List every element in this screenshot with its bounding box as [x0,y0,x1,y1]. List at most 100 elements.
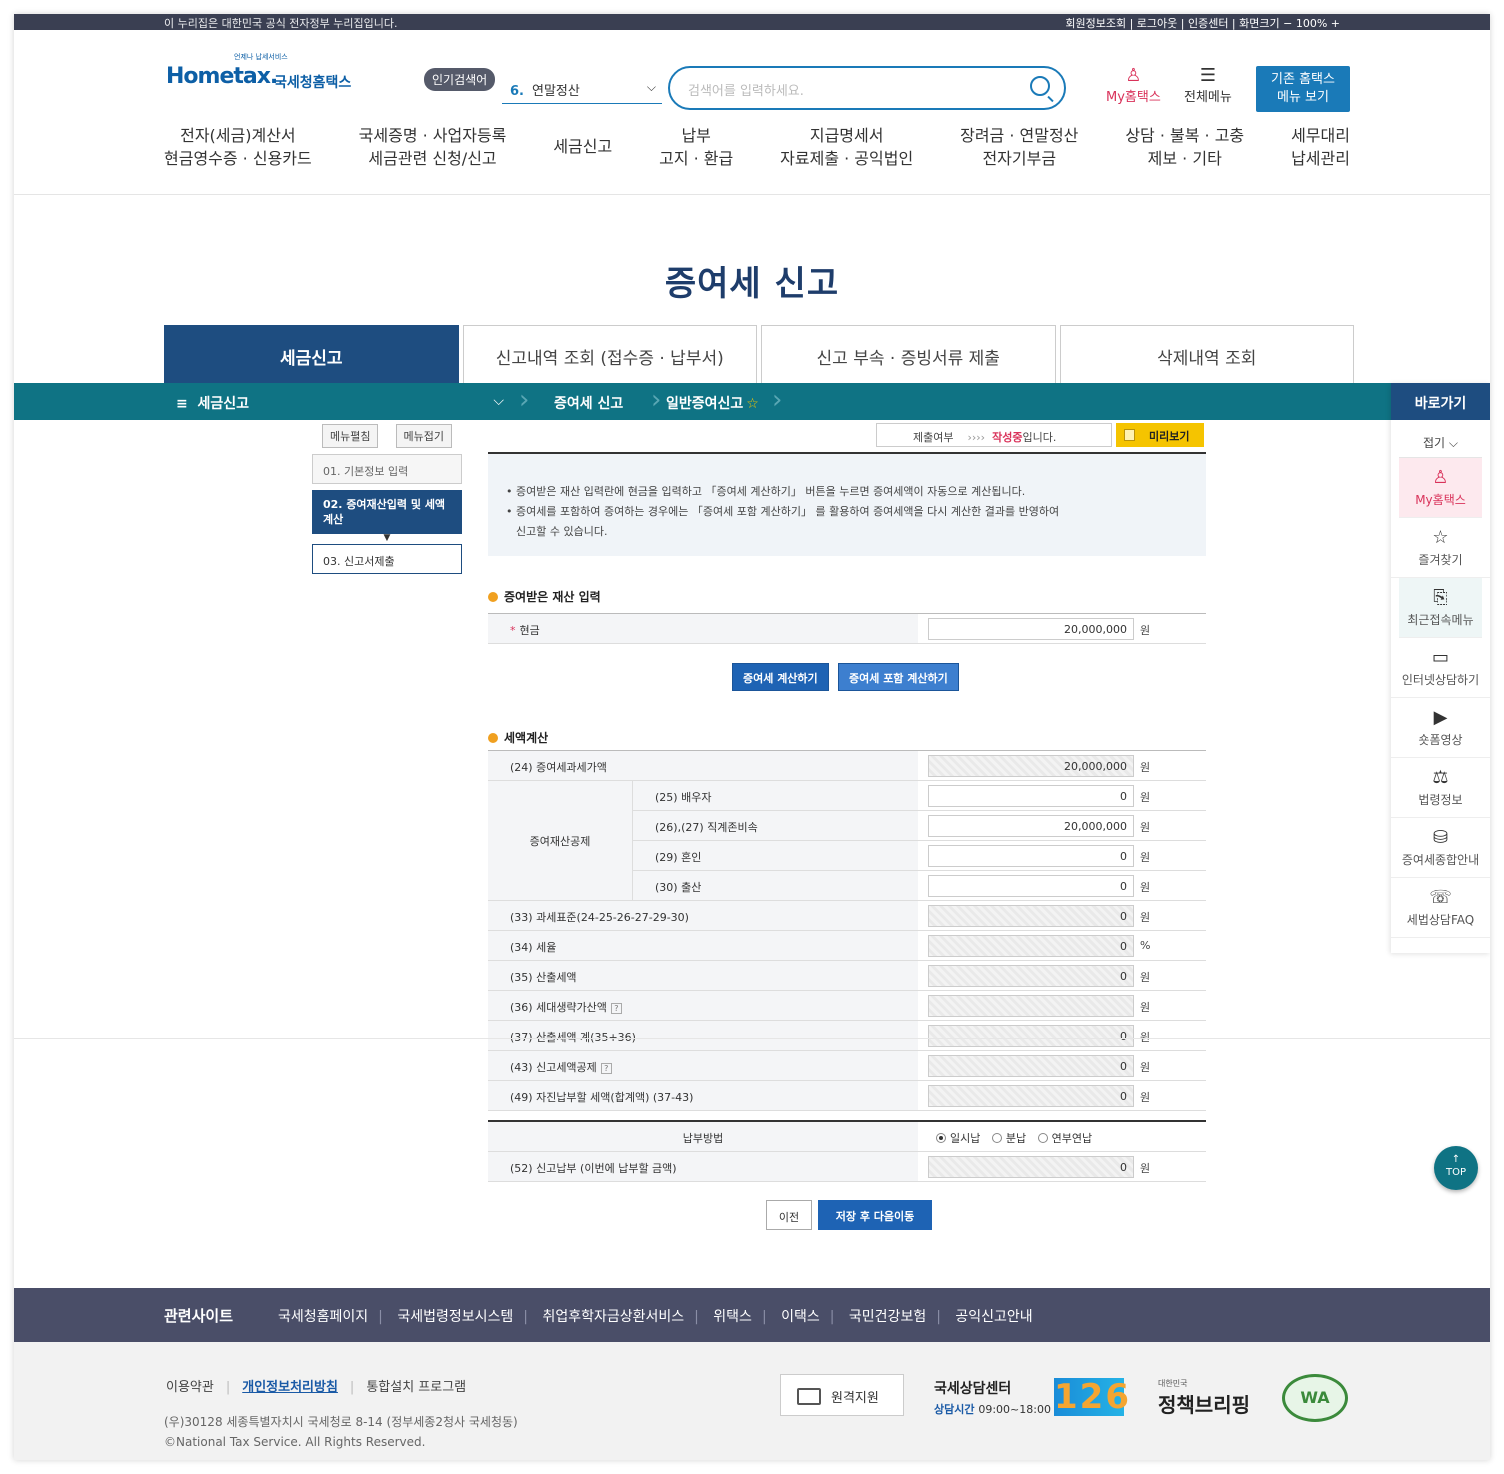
header-divider [14,194,1490,195]
tab-tax-filing[interactable]: 세금신고 [164,325,459,383]
row-value: 0 [928,1055,1134,1077]
arrow-up-icon: ↑ [1451,1154,1461,1165]
tab-deleted[interactable]: 삭제내역 조회 [1059,325,1354,383]
radio-deferred[interactable] [1037,1133,1048,1143]
related-link[interactable]: 공익신고안내 [955,1309,1032,1325]
all-menu-button[interactable]: ☰ 전체메뉴 [1184,66,1232,106]
row-value: 0 [928,1025,1134,1047]
related-link[interactable]: 국세청홈페이지 [278,1309,368,1325]
gnb-item-counsel[interactable]: 상담 · 불복 · 고충 제보 · 기타 [1125,124,1244,184]
gnb-item-agent[interactable]: 세무대리 납세관리 [1291,124,1350,184]
chevron-down-icon: ⌵ [1448,436,1459,450]
my-hometax-button[interactable]: ♙ My홈택스 [1106,65,1161,106]
guide-line-text: 증여세를 포함하여 증여하는 경우에는 「증여세 포함 계산하기」 를 활용하여… [516,505,1060,518]
radio-lump-sum[interactable] [936,1133,946,1143]
row-value: 0 [928,905,1134,927]
gnb-item-tax-filing[interactable]: 세금신고 [553,124,612,184]
user-icon: ♙ [1125,65,1142,86]
quick-online-counsel[interactable]: ▭ 인터넷상담하기 [1391,638,1490,698]
gnb-item-statement[interactable]: 지급명세서 자료제출 · 공익법인 [780,124,913,184]
related-link[interactable]: 국세법령정보시스템 [397,1309,513,1325]
quick-fold-button[interactable]: 접기 ⌵ [1399,424,1482,458]
popular-search-select[interactable]: 6. 연말정산 ⌵ [502,68,662,104]
quick-my-hometax[interactable]: ♙ My홈택스 [1399,458,1482,518]
scroll-top-button[interactable]: ↑ TOP [1434,1146,1478,1190]
recent-menu-icon: ⎘ [1433,587,1448,608]
related-link[interactable]: 위택스 [713,1309,752,1325]
breadcrumb-home[interactable]: ≡ 세금신고 ⌵ [164,383,514,420]
birth-input[interactable]: 0 [928,875,1134,897]
row-label: (24) 증여세과세가액 [488,751,918,780]
status-arrows: ›››› [967,431,986,444]
search-input[interactable]: 검색어를 입력하세요. [668,66,1066,110]
radio-label: 분납 [1005,1132,1027,1145]
gnb-item-invoice[interactable]: 전자(세금)계산서 현금영수증 · 신용카드 [164,124,312,184]
prev-button[interactable]: 이전 [766,1200,812,1230]
help-icon[interactable]: ? [600,1063,612,1074]
privacy-link[interactable]: 개인정보처리방침 [242,1380,338,1395]
submit-status: 제출여부 ›››› 작성중입니다. 미리보기 [876,423,1206,447]
hometax-logo[interactable]: 언제나 납세서비스 Hometax. 국세청홈택스 [164,50,364,100]
step-asset-calc[interactable]: 02. 증여재산입력 및 세액계산 [312,490,462,534]
step-basic-info[interactable]: 01. 기본정보 입력 [312,454,462,484]
row-label-text: (43) 신고세액공제 [510,1061,597,1074]
quick-short-video[interactable]: ▶ 숏폼영상 [1391,698,1490,758]
save-next-button[interactable]: 저장 후 다음이동 [818,1200,932,1230]
related-link[interactable]: 이택스 [781,1309,820,1325]
unit-label: 원 [1140,1061,1151,1074]
quick-gift-tax-guide[interactable]: ⛁ 증여세종합안내 [1391,818,1490,878]
tab-history[interactable]: 신고내역 조회 (접수증 · 납부서) [462,325,757,383]
quick-fold-label: 접기 [1422,436,1446,450]
gnb-item-payment[interactable]: 납부 고지 · 환급 [659,124,733,184]
user-icon: ♙ [1432,467,1449,488]
row-label: (30) 출산 [632,871,918,900]
cash-input[interactable]: 20,000,000 [928,618,1134,640]
related-link[interactable]: 국민건강보험 [849,1309,926,1325]
menu-expand-button[interactable]: 메뉴펼침 [322,424,379,448]
popular-rank: 6. [510,84,524,99]
table-row: (37) 산출세액 계(35+36) 0원 [488,1021,1206,1051]
related-link[interactable]: 취업후학자금상환서비스 [542,1309,684,1325]
quick-recent-menu[interactable]: ⎘ 최근접속메뉴 [1399,578,1482,638]
quick-favorites[interactable]: ☆ 즐겨찾기 [1391,518,1490,578]
breadcrumb: ≡ 세금신고 ⌵ › 증여세 신고 › 일반증여신고 ☆ › [14,383,1490,420]
breadcrumb-general-gift[interactable]: 일반증여신고 ☆ [666,383,759,420]
lineal-input[interactable]: 20,000,000 [928,815,1134,837]
calc-gift-tax-button[interactable]: 증여세 계산하기 [732,663,829,691]
hamburger-icon: ≡ [176,396,188,412]
install-link[interactable]: 통합설치 프로그램 [366,1380,466,1395]
help-icon[interactable]: ? [610,1003,622,1014]
policy-briefing-logo[interactable]: 대한민국 정책브리핑 [1158,1378,1250,1418]
menu-collapse-button[interactable]: 메뉴접기 [395,424,452,448]
gnb-item-certificate[interactable]: 국세증명 · 사업자등록 세금관련 신청/신고 [359,124,507,184]
old-menu-button[interactable]: 기존 홈택스 메뉴 보기 [1256,66,1350,112]
marriage-input[interactable]: 0 [928,845,1134,867]
step-submit[interactable]: 03. 신고서제출 [312,544,462,574]
coins-icon: ⛁ [1432,827,1449,848]
favorite-star-icon[interactable]: ☆ [746,396,759,412]
radio-installment[interactable] [991,1133,1002,1143]
tab-attachments[interactable]: 신고 부속 · 증빙서류 제출 [761,325,1056,383]
guide-line: • 증여세를 포함하여 증여하는 경우에는 「증여세 포함 계산하기」 를 활용… [506,505,1060,518]
quick-law-info[interactable]: ⚖ 법령정보 [1391,758,1490,818]
table-row: 납부방법 일시납 분납 연부연납 [488,1122,1206,1152]
cash-label: * 현금 [488,614,918,643]
guide-line-text: 증여받은 재산 입력란에 현금을 입력하고 「증여세 계산하기」 버튼을 누르면… [516,485,1026,498]
popular-term: 연말정산 [531,84,580,99]
submit-status-box: 제출여부 ›››› 작성중입니다. [876,423,1112,447]
preview-button[interactable]: 미리보기 [1116,423,1204,447]
calc-gift-tax-incl-button[interactable]: 증여세 포함 계산하기 [838,663,959,691]
remote-support-button[interactable]: 원격지원 [780,1374,904,1416]
step-arrow-icon: ▼ [383,533,391,543]
remote-support-label: 원격지원 [831,1391,879,1406]
util-links[interactable]: 회원정보조회 | 로그아웃 | 인증센터 | 화면크기 − 100% + [1065,15,1340,30]
laptop-icon: ▭ [1431,647,1449,668]
popular-search-badge: 인기검색어 [424,68,496,91]
spouse-input[interactable]: 0 [928,785,1134,807]
quick-faq[interactable]: ☏ 세법상담FAQ [1391,878,1490,938]
breadcrumb-gift-tax[interactable]: 증여세 신고 [554,383,623,420]
gnb-item-incentive[interactable]: 장려금 · 연말정산 전자기부금 [960,124,1078,184]
row-label: (34) 세율 [488,931,918,960]
search-icon[interactable] [1030,76,1050,96]
terms-link[interactable]: 이용약관 [166,1380,214,1395]
